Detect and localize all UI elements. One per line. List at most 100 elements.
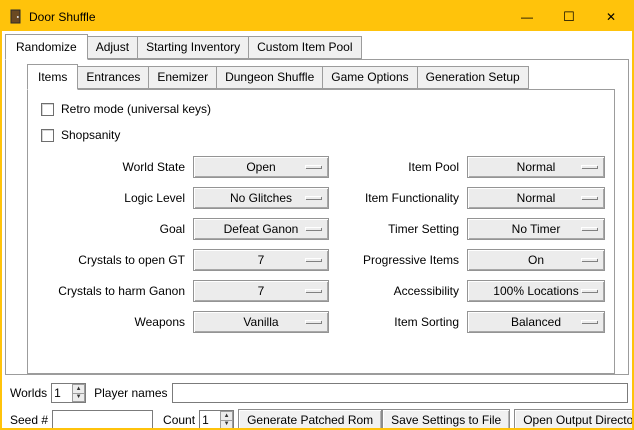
- worlds-spinbox[interactable]: ▲ ▼: [51, 383, 86, 403]
- dropdown-value: Defeat Ganon: [224, 222, 299, 236]
- app-window: Door Shuffle — ☐ ✕ Randomize Adjust Star…: [0, 0, 634, 430]
- spin-down-icon[interactable]: ▼: [220, 420, 233, 430]
- window-controls: — ☐ ✕: [506, 2, 632, 31]
- dropdown-value: Vanilla: [243, 315, 278, 329]
- dropdown-indicator-icon: [581, 165, 597, 168]
- worlds-row: Worlds ▲ ▼ Player names: [10, 383, 628, 403]
- progressive-items-label: Progressive Items: [334, 253, 462, 267]
- save-settings-button[interactable]: Save Settings to File: [382, 409, 510, 430]
- tab-entrances[interactable]: Entrances: [77, 66, 149, 89]
- player-names-input[interactable]: [172, 383, 629, 403]
- items-panel: Retro mode (universal keys) Shopsanity W…: [27, 89, 615, 374]
- dropdown-indicator-icon: [305, 320, 321, 323]
- player-names-label: Player names: [94, 386, 167, 400]
- dropdown-value: 7: [258, 253, 265, 267]
- tab-generation-setup[interactable]: Generation Setup: [417, 66, 529, 89]
- dropdown-indicator-icon: [305, 227, 321, 230]
- dropdown-value: No Timer: [512, 222, 561, 236]
- retro-mode-checkbox[interactable]: [41, 103, 54, 116]
- seed-row: Seed # Count ▲ ▼ Generate Patched Rom Sa…: [10, 409, 628, 430]
- shopsanity-label[interactable]: Shopsanity: [61, 128, 120, 142]
- tab-game-options[interactable]: Game Options: [322, 66, 417, 89]
- dropdown-value: 7: [258, 284, 265, 298]
- minimize-icon[interactable]: —: [506, 2, 548, 31]
- tab-randomize[interactable]: Randomize: [5, 34, 88, 60]
- titlebar[interactable]: Door Shuffle — ☐ ✕: [2, 2, 632, 31]
- accessibility-label: Accessibility: [334, 284, 462, 298]
- crystals-open-gt-dropdown[interactable]: 7: [193, 249, 329, 271]
- dropdown-indicator-icon: [581, 196, 597, 199]
- count-input[interactable]: [200, 411, 220, 429]
- count-label: Count: [163, 413, 195, 427]
- retro-mode-checkbox-row: Retro mode (universal keys): [41, 102, 614, 116]
- progressive-items-dropdown[interactable]: On: [467, 249, 605, 271]
- world-state-dropdown[interactable]: Open: [193, 156, 329, 178]
- seed-input[interactable]: [52, 410, 153, 430]
- count-spin-arrows: ▲ ▼: [220, 411, 233, 429]
- item-sorting-dropdown[interactable]: Balanced: [467, 311, 605, 333]
- settings-grid: World State Open Item Pool Normal Logic …: [36, 156, 614, 333]
- shopsanity-checkbox[interactable]: [41, 129, 54, 142]
- worlds-spin-arrows: ▲ ▼: [72, 384, 85, 402]
- dropdown-indicator-icon: [581, 289, 597, 292]
- window-title: Door Shuffle: [29, 10, 96, 24]
- tab-dungeon-shuffle[interactable]: Dungeon Shuffle: [216, 66, 323, 89]
- dropdown-indicator-icon: [305, 289, 321, 292]
- tab-starting-inventory[interactable]: Starting Inventory: [137, 36, 249, 59]
- dropdown-indicator-icon: [305, 258, 321, 261]
- close-icon[interactable]: ✕: [590, 2, 632, 31]
- spin-up-icon[interactable]: ▲: [220, 411, 233, 420]
- item-pool-label: Item Pool: [334, 160, 462, 174]
- crystals-open-gt-label: Crystals to open GT: [36, 253, 188, 267]
- count-spinbox[interactable]: ▲ ▼: [199, 410, 234, 430]
- world-state-label: World State: [36, 160, 188, 174]
- dropdown-indicator-icon: [305, 196, 321, 199]
- tab-enemizer[interactable]: Enemizer: [148, 66, 217, 89]
- dropdown-value: Normal: [517, 191, 556, 205]
- dropdown-indicator-icon: [581, 227, 597, 230]
- logic-level-dropdown[interactable]: No Glitches: [193, 187, 329, 209]
- item-pool-dropdown[interactable]: Normal: [467, 156, 605, 178]
- goal-label: Goal: [36, 222, 188, 236]
- dropdown-value: Open: [246, 160, 275, 174]
- generate-patched-rom-button[interactable]: Generate Patched Rom: [238, 409, 382, 430]
- crystals-harm-ganon-dropdown[interactable]: 7: [193, 280, 329, 302]
- dropdown-value: Normal: [517, 160, 556, 174]
- outer-tab-bar: Randomize Adjust Starting Inventory Cust…: [5, 34, 632, 59]
- inner-tab-bar: Items Entrances Enemizer Dungeon Shuffle…: [27, 64, 615, 89]
- app-icon: [8, 9, 23, 24]
- logic-level-label: Logic Level: [36, 191, 188, 205]
- retro-mode-label[interactable]: Retro mode (universal keys): [61, 102, 211, 116]
- weapons-label: Weapons: [36, 315, 188, 329]
- tab-custom-item-pool[interactable]: Custom Item Pool: [248, 36, 361, 59]
- shopsanity-checkbox-row: Shopsanity: [41, 128, 614, 142]
- item-functionality-label: Item Functionality: [334, 191, 462, 205]
- dropdown-value: Balanced: [511, 315, 561, 329]
- open-output-directory-button[interactable]: Open Output Directory: [514, 409, 634, 430]
- spin-up-icon[interactable]: ▲: [72, 384, 85, 393]
- timer-setting-dropdown[interactable]: No Timer: [467, 218, 605, 240]
- worlds-input[interactable]: [52, 384, 72, 402]
- dropdown-value: No Glitches: [230, 191, 292, 205]
- weapons-dropdown[interactable]: Vanilla: [193, 311, 329, 333]
- item-sorting-label: Item Sorting: [334, 315, 462, 329]
- timer-setting-label: Timer Setting: [334, 222, 462, 236]
- seed-label: Seed #: [10, 413, 48, 427]
- dropdown-indicator-icon: [581, 258, 597, 261]
- spin-down-icon[interactable]: ▼: [72, 393, 85, 403]
- window-content: Randomize Adjust Starting Inventory Cust…: [2, 31, 632, 430]
- bottom-bar: Worlds ▲ ▼ Player names Seed # Count: [2, 375, 632, 430]
- tab-items[interactable]: Items: [27, 64, 78, 90]
- dropdown-value: 100% Locations: [493, 284, 578, 298]
- dropdown-indicator-icon: [581, 320, 597, 323]
- dropdown-value: On: [528, 253, 544, 267]
- accessibility-dropdown[interactable]: 100% Locations: [467, 280, 605, 302]
- tab-adjust[interactable]: Adjust: [87, 36, 138, 59]
- worlds-label: Worlds: [10, 386, 47, 400]
- crystals-harm-ganon-label: Crystals to harm Ganon: [36, 284, 188, 298]
- maximize-icon[interactable]: ☐: [548, 2, 590, 31]
- goal-dropdown[interactable]: Defeat Ganon: [193, 218, 329, 240]
- dropdown-indicator-icon: [305, 165, 321, 168]
- item-functionality-dropdown[interactable]: Normal: [467, 187, 605, 209]
- randomize-panel: Items Entrances Enemizer Dungeon Shuffle…: [5, 59, 629, 375]
